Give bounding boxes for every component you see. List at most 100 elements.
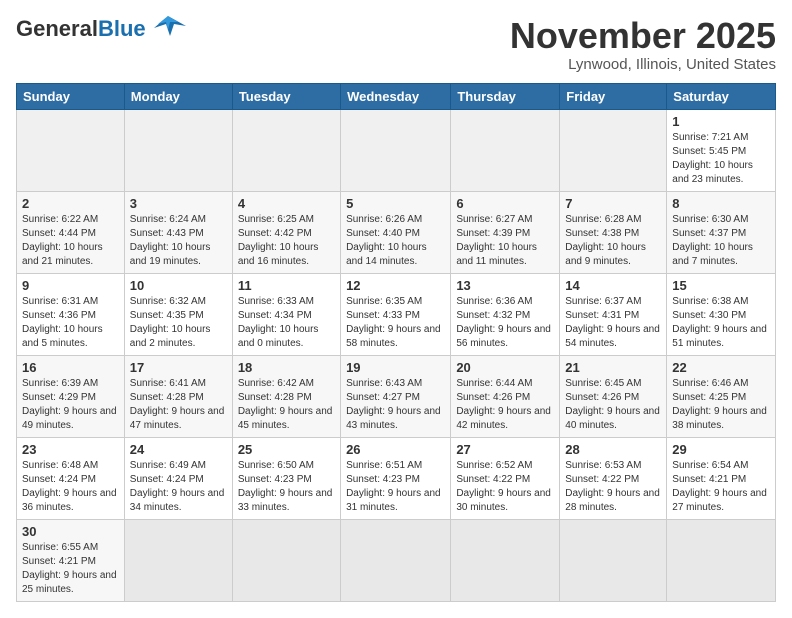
day-info: Sunrise: 6:42 AM Sunset: 4:28 PM Dayligh… bbox=[238, 377, 335, 433]
day-info: Sunrise: 6:50 AM Sunset: 4:23 PM Dayligh… bbox=[238, 459, 335, 515]
calendar-day-cell bbox=[667, 519, 776, 601]
day-number: 12 bbox=[346, 278, 445, 293]
weekday-header-row: SundayMondayTuesdayWednesdayThursdayFrid… bbox=[17, 83, 776, 109]
calendar-day-cell: 3 Sunrise: 6:24 AM Sunset: 4:43 PM Daylig… bbox=[124, 191, 232, 273]
day-number: 22 bbox=[672, 360, 770, 375]
location-title: Lynwood, Illinois, United States bbox=[510, 56, 776, 73]
calendar-day-cell: 13 Sunrise: 6:36 AM Sunset: 4:32 PM Dayli… bbox=[451, 273, 560, 355]
calendar-day-cell bbox=[451, 109, 560, 191]
day-number: 20 bbox=[456, 360, 554, 375]
day-number: 14 bbox=[565, 278, 661, 293]
calendar-day-cell bbox=[341, 109, 451, 191]
day-info: Sunrise: 6:48 AM Sunset: 4:24 PM Dayligh… bbox=[22, 459, 119, 515]
calendar-day-cell: 2Sunrise: 6:22 AM Sunset: 4:44 PM Daylig… bbox=[17, 191, 125, 273]
calendar-day-cell: 27 Sunrise: 6:52 AM Sunset: 4:22 PM Dayli… bbox=[451, 437, 560, 519]
calendar-day-cell: 29 Sunrise: 6:54 AM Sunset: 4:21 PM Dayli… bbox=[667, 437, 776, 519]
calendar-day-cell: 12 Sunrise: 6:35 AM Sunset: 4:33 PM Dayli… bbox=[341, 273, 451, 355]
calendar-day-cell: 21 Sunrise: 6:45 AM Sunset: 4:26 PM Dayli… bbox=[560, 355, 667, 437]
weekday-header-tuesday: Tuesday bbox=[232, 83, 340, 109]
day-number: 23 bbox=[22, 442, 119, 457]
day-info: Sunrise: 6:54 AM Sunset: 4:21 PM Dayligh… bbox=[672, 459, 770, 515]
calendar-day-cell: 18 Sunrise: 6:42 AM Sunset: 4:28 PM Dayli… bbox=[232, 355, 340, 437]
day-info: Sunrise: 6:37 AM Sunset: 4:31 PM Dayligh… bbox=[565, 295, 661, 351]
calendar-day-cell bbox=[124, 519, 232, 601]
calendar-day-cell: 1Sunrise: 7:21 AM Sunset: 5:45 PM Daylig… bbox=[667, 109, 776, 191]
day-info: Sunrise: 6:31 AM Sunset: 4:36 PM Dayligh… bbox=[22, 295, 119, 351]
day-info: Sunrise: 6:35 AM Sunset: 4:33 PM Dayligh… bbox=[346, 295, 445, 351]
day-info: Sunrise: 6:53 AM Sunset: 4:22 PM Dayligh… bbox=[565, 459, 661, 515]
calendar-day-cell: 28Sunrise: 6:53 AM Sunset: 4:22 PM Dayli… bbox=[560, 437, 667, 519]
day-number: 1 bbox=[672, 114, 770, 129]
calendar-day-cell bbox=[17, 109, 125, 191]
weekday-header-thursday: Thursday bbox=[451, 83, 560, 109]
day-number: 5 bbox=[346, 196, 445, 211]
day-number: 7 bbox=[565, 196, 661, 211]
calendar-day-cell bbox=[341, 519, 451, 601]
calendar-week-row: 2Sunrise: 6:22 AM Sunset: 4:44 PM Daylig… bbox=[17, 191, 776, 273]
calendar-day-cell: 7 Sunrise: 6:28 AM Sunset: 4:38 PM Daylig… bbox=[560, 191, 667, 273]
calendar-table: SundayMondayTuesdayWednesdayThursdayFrid… bbox=[16, 83, 776, 602]
calendar-day-cell: 23 Sunrise: 6:48 AM Sunset: 4:24 PM Dayli… bbox=[17, 437, 125, 519]
weekday-header-sunday: Sunday bbox=[17, 83, 125, 109]
day-info: Sunrise: 6:38 AM Sunset: 4:30 PM Dayligh… bbox=[672, 295, 770, 351]
day-info: Sunrise: 6:46 AM Sunset: 4:25 PM Dayligh… bbox=[672, 377, 770, 433]
day-number: 24 bbox=[130, 442, 227, 457]
day-number: 18 bbox=[238, 360, 335, 375]
day-number: 11 bbox=[238, 278, 335, 293]
weekday-header-saturday: Saturday bbox=[667, 83, 776, 109]
calendar-day-cell: 25Sunrise: 6:50 AM Sunset: 4:23 PM Dayli… bbox=[232, 437, 340, 519]
day-number: 15 bbox=[672, 278, 770, 293]
logo-area: GeneralBlue bbox=[16, 16, 186, 42]
day-number: 3 bbox=[130, 196, 227, 211]
calendar-day-cell: 26Sunrise: 6:51 AM Sunset: 4:23 PM Dayli… bbox=[341, 437, 451, 519]
calendar-day-cell: 10 Sunrise: 6:32 AM Sunset: 4:35 PM Dayli… bbox=[124, 273, 232, 355]
day-number: 30 bbox=[22, 524, 119, 539]
day-info: Sunrise: 6:45 AM Sunset: 4:26 PM Dayligh… bbox=[565, 377, 661, 433]
day-number: 8 bbox=[672, 196, 770, 211]
day-number: 29 bbox=[672, 442, 770, 457]
day-info: Sunrise: 6:30 AM Sunset: 4:37 PM Dayligh… bbox=[672, 213, 770, 269]
day-info: Sunrise: 6:33 AM Sunset: 4:34 PM Dayligh… bbox=[238, 295, 335, 351]
calendar-day-cell bbox=[560, 519, 667, 601]
calendar-day-cell: 17 Sunrise: 6:41 AM Sunset: 4:28 PM Dayli… bbox=[124, 355, 232, 437]
day-info: Sunrise: 6:55 AM Sunset: 4:21 PM Dayligh… bbox=[22, 541, 119, 597]
day-info: Sunrise: 6:28 AM Sunset: 4:38 PM Dayligh… bbox=[565, 213, 661, 269]
day-info: Sunrise: 6:24 AM Sunset: 4:43 PM Dayligh… bbox=[130, 213, 227, 269]
day-info: Sunrise: 6:41 AM Sunset: 4:28 PM Dayligh… bbox=[130, 377, 227, 433]
day-number: 13 bbox=[456, 278, 554, 293]
day-info: Sunrise: 6:36 AM Sunset: 4:32 PM Dayligh… bbox=[456, 295, 554, 351]
day-number: 19 bbox=[346, 360, 445, 375]
calendar-day-cell: 4Sunrise: 6:25 AM Sunset: 4:42 PM Daylig… bbox=[232, 191, 340, 273]
calendar-week-row: 30 Sunrise: 6:55 AM Sunset: 4:21 PM Dayli… bbox=[17, 519, 776, 601]
day-info: Sunrise: 6:25 AM Sunset: 4:42 PM Dayligh… bbox=[238, 213, 335, 269]
day-number: 16 bbox=[22, 360, 119, 375]
weekday-header-monday: Monday bbox=[124, 83, 232, 109]
calendar-day-cell: 22 Sunrise: 6:46 AM Sunset: 4:25 PM Dayli… bbox=[667, 355, 776, 437]
day-number: 6 bbox=[456, 196, 554, 211]
calendar-day-cell: 30 Sunrise: 6:55 AM Sunset: 4:21 PM Dayli… bbox=[17, 519, 125, 601]
day-number: 17 bbox=[130, 360, 227, 375]
calendar-day-cell: 5 Sunrise: 6:26 AM Sunset: 4:40 PM Daylig… bbox=[341, 191, 451, 273]
day-number: 27 bbox=[456, 442, 554, 457]
day-info: Sunrise: 6:44 AM Sunset: 4:26 PM Dayligh… bbox=[456, 377, 554, 433]
day-number: 21 bbox=[565, 360, 661, 375]
day-number: 10 bbox=[130, 278, 227, 293]
day-info: Sunrise: 6:39 AM Sunset: 4:29 PM Dayligh… bbox=[22, 377, 119, 433]
calendar-week-row: 1Sunrise: 7:21 AM Sunset: 5:45 PM Daylig… bbox=[17, 109, 776, 191]
calendar-week-row: 16 Sunrise: 6:39 AM Sunset: 4:29 PM Dayli… bbox=[17, 355, 776, 437]
day-info: Sunrise: 6:52 AM Sunset: 4:22 PM Dayligh… bbox=[456, 459, 554, 515]
calendar-day-cell bbox=[451, 519, 560, 601]
calendar-day-cell: 24 Sunrise: 6:49 AM Sunset: 4:24 PM Dayli… bbox=[124, 437, 232, 519]
calendar-day-cell bbox=[232, 109, 340, 191]
calendar-day-cell: 20 Sunrise: 6:44 AM Sunset: 4:26 PM Dayli… bbox=[451, 355, 560, 437]
day-info: Sunrise: 6:32 AM Sunset: 4:35 PM Dayligh… bbox=[130, 295, 227, 351]
calendar-day-cell: 14 Sunrise: 6:37 AM Sunset: 4:31 PM Dayli… bbox=[560, 273, 667, 355]
month-title: November 2025 bbox=[510, 16, 776, 56]
day-number: 2 bbox=[22, 196, 119, 211]
day-info: Sunrise: 6:26 AM Sunset: 4:40 PM Dayligh… bbox=[346, 213, 445, 269]
header: GeneralBlue November 2025 Lynwood, Illin… bbox=[16, 16, 776, 73]
calendar-day-cell: 6 Sunrise: 6:27 AM Sunset: 4:39 PM Daylig… bbox=[451, 191, 560, 273]
day-info: Sunrise: 6:49 AM Sunset: 4:24 PM Dayligh… bbox=[130, 459, 227, 515]
day-number: 26 bbox=[346, 442, 445, 457]
day-info: Sunrise: 6:27 AM Sunset: 4:39 PM Dayligh… bbox=[456, 213, 554, 269]
